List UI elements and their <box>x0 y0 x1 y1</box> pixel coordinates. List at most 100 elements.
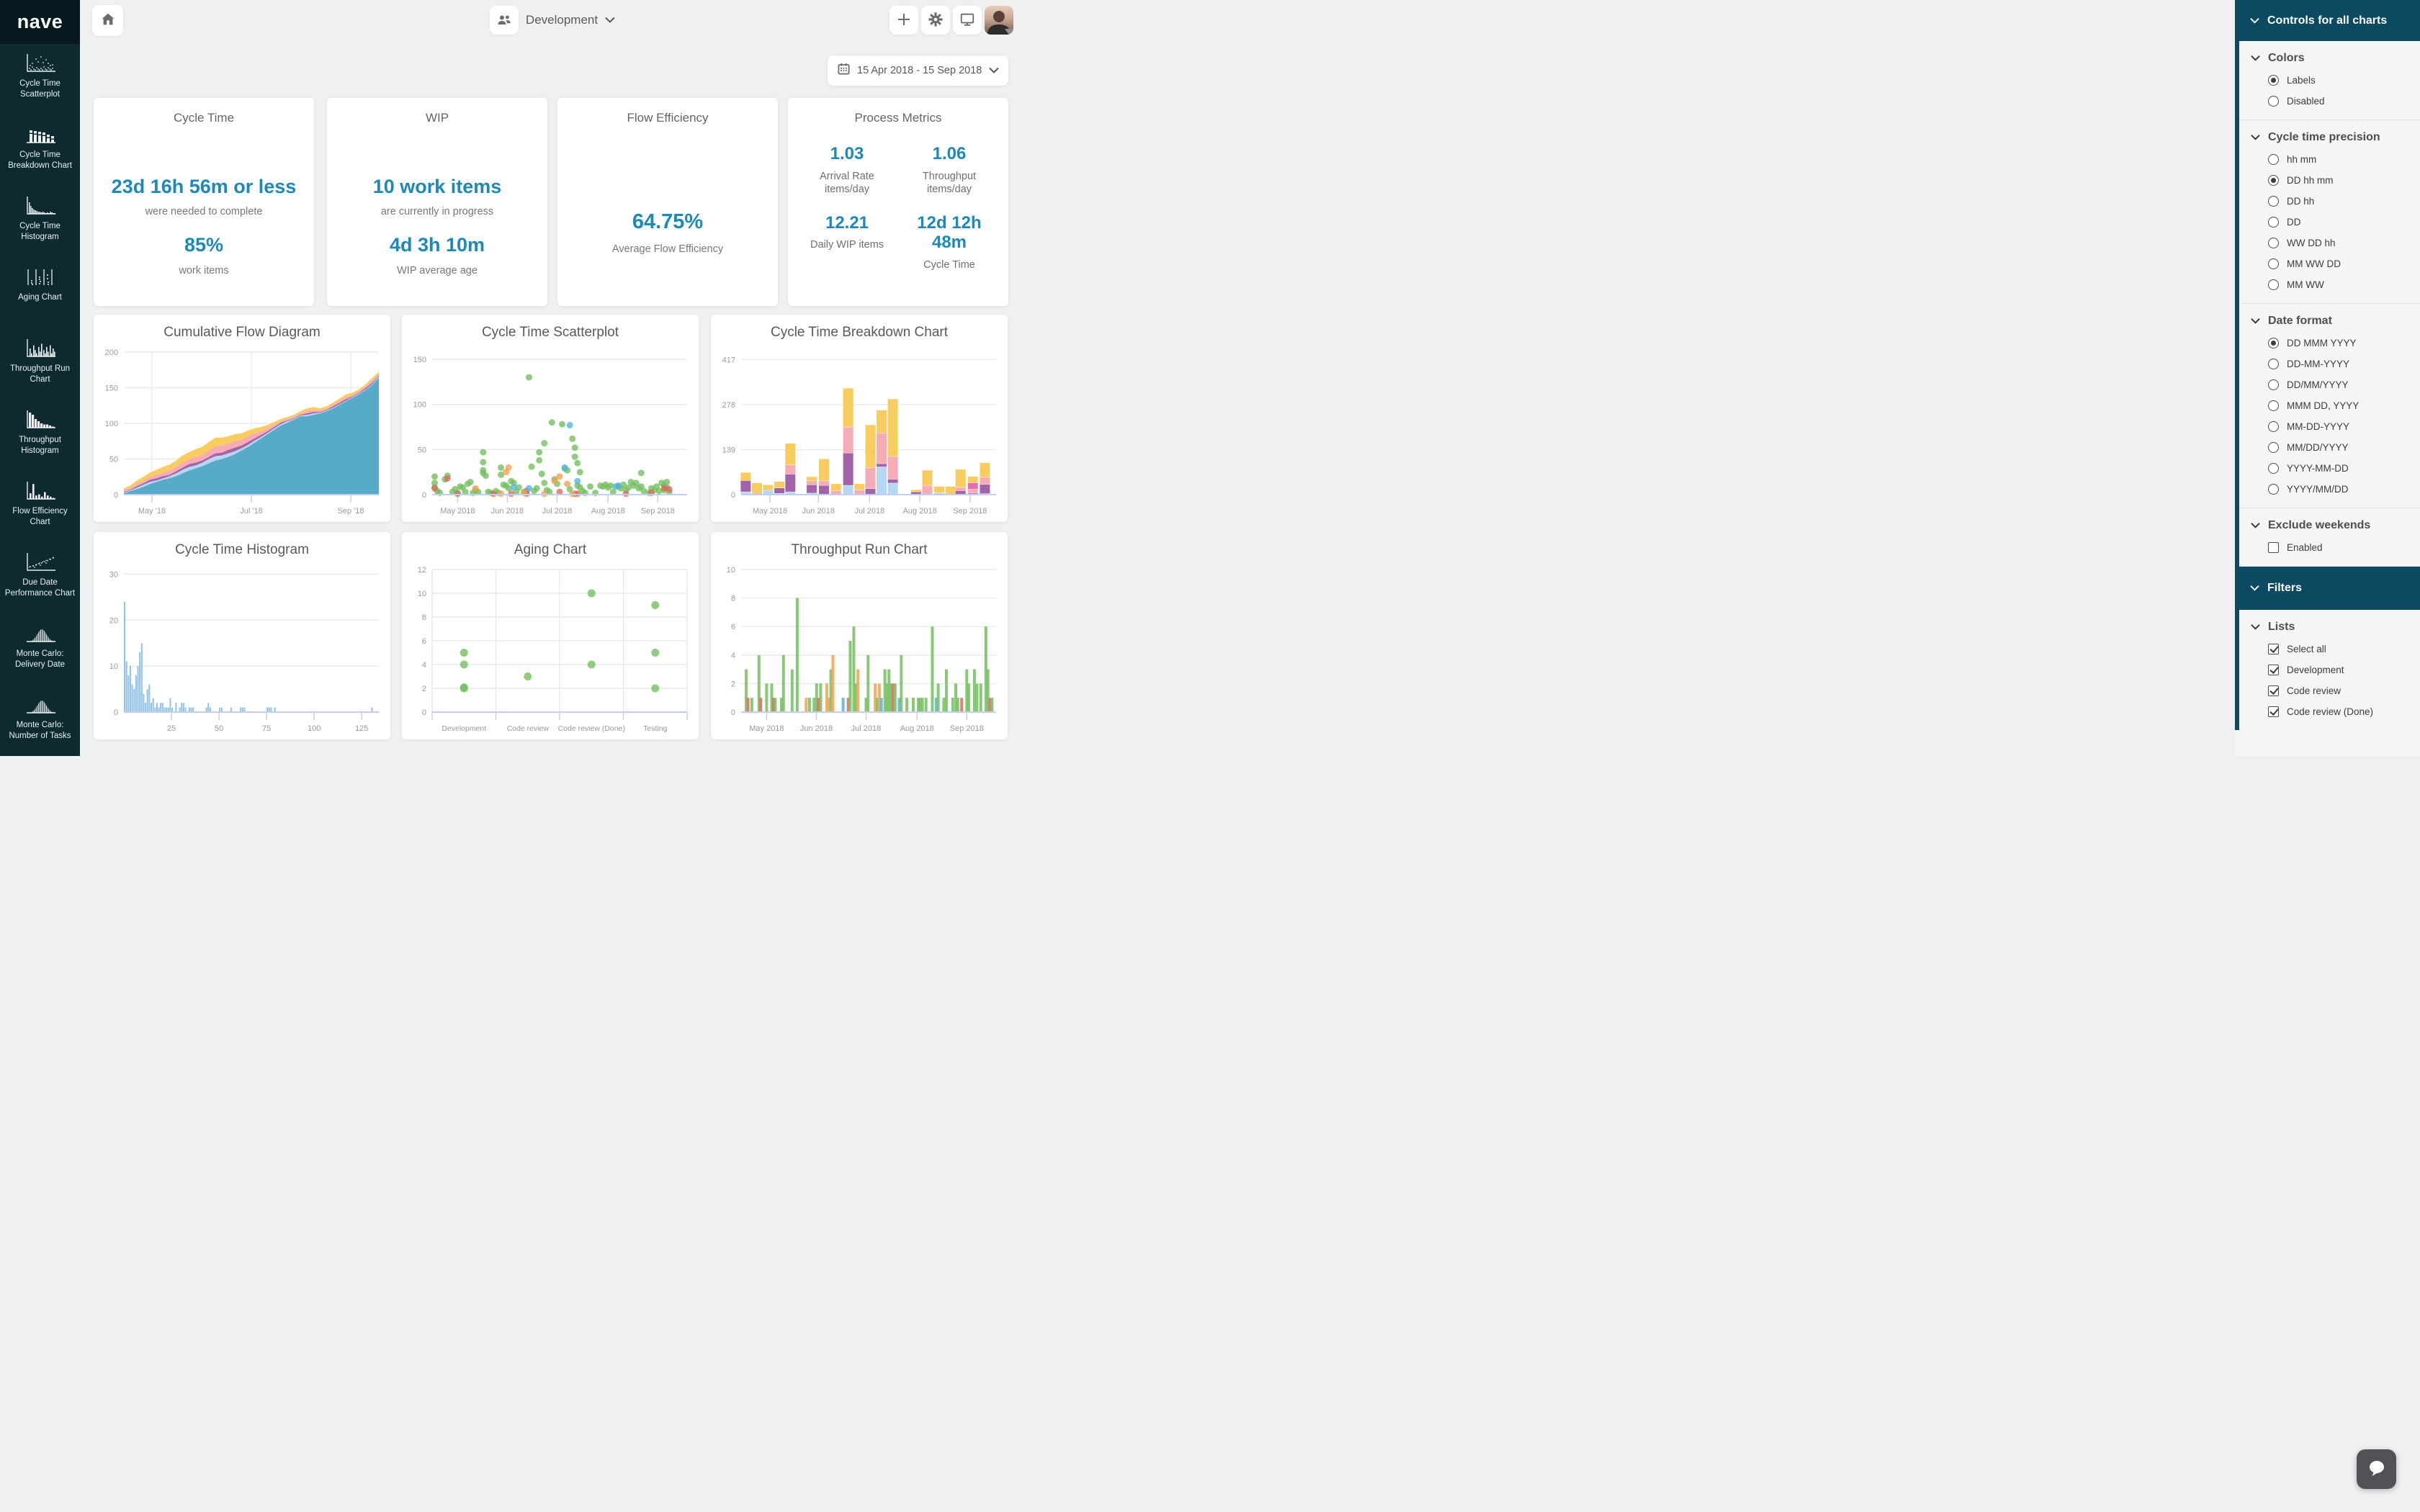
option-mm-ww-dd[interactable]: MM WW DD <box>2239 258 2420 269</box>
metric-label: Arrival Rate items/day <box>804 170 890 196</box>
option-dd-mm-yyyy[interactable]: DD/MM/YYYY <box>2239 379 2420 390</box>
option-disabled[interactable]: Disabled <box>2239 96 2420 107</box>
option-label: MM-DD-YYYY <box>2287 421 2349 432</box>
histogram-icon <box>24 195 57 217</box>
option-hh-mm[interactable]: hh mm <box>2239 154 2420 165</box>
date-range-picker[interactable]: 15 Apr 2018 - 15 Sep 2018 <box>828 55 1008 86</box>
option-mmm-dd-yyyy[interactable]: MMM DD, YYYY <box>2239 400 2420 411</box>
option-mm-ww[interactable]: MM WW <box>2239 279 2420 290</box>
option-enabled[interactable]: Enabled <box>2239 542 2420 553</box>
sidebar-item-throughput-histogram[interactable]: Throughput Histogram <box>0 400 80 472</box>
section-title-date-format[interactable]: Date format <box>2239 315 2420 328</box>
option-label: WW DD hh <box>2287 238 2336 248</box>
wip-age-value: 4d 3h 10m <box>390 234 485 256</box>
svg-text:Sep 2018: Sep 2018 <box>641 507 675 516</box>
option-code-review[interactable]: Code review <box>2239 685 2420 696</box>
option-label: Labels <box>2287 75 2316 86</box>
metric-value: 1.06 <box>933 144 967 164</box>
chat-button[interactable] <box>2357 1449 2396 1489</box>
section-header-filters[interactable]: Filters <box>2235 567 2420 610</box>
option-dd[interactable]: DD <box>2239 217 2420 228</box>
option-dd-hh-mm[interactable]: DD hh mm <box>2239 175 2420 186</box>
controls-panel-header[interactable]: Controls for all charts <box>2235 0 2420 41</box>
home-button[interactable] <box>92 5 123 36</box>
option-labels[interactable]: Labels <box>2239 75 2420 86</box>
runchart-icon <box>24 338 57 359</box>
svg-text:8: 8 <box>422 613 426 622</box>
display-button[interactable] <box>953 6 982 35</box>
section-title-colors[interactable]: Colors <box>2239 52 2420 65</box>
option-dd-mmm-yyyy[interactable]: DD MMM YYYY <box>2239 338 2420 348</box>
metric-value: 12d 12h 48m <box>903 213 995 253</box>
sidebar-item-cycle-time-histogram[interactable]: Cycle Time Histogram <box>0 186 80 258</box>
option-yyyy-mm-dd[interactable]: YYYY-MM-DD <box>2239 463 2420 474</box>
sidebar-item-monte-carlo-number-of-tasks[interactable]: Monte Carlo: Number of Tasks <box>0 685 80 757</box>
sidebar-item-monte-carlo-delivery-date[interactable]: Monte Carlo: Delivery Date <box>0 614 80 685</box>
sidebar-item-throughput-run-chart[interactable]: Throughput Run Chart <box>0 329 80 400</box>
section-title-exclude-weekends[interactable]: Exclude weekends <box>2239 519 2420 532</box>
svg-text:0: 0 <box>422 708 426 717</box>
svg-text:100: 100 <box>308 724 321 733</box>
sidebar-item-due-date-performance-chart[interactable]: Due Date Performance Chart <box>0 543 80 614</box>
gear-icon <box>928 12 944 30</box>
section-title-cycle-time-precision[interactable]: Cycle time precision <box>2239 131 2420 144</box>
section-exclude-weekends: Exclude weekends Enabled <box>2239 508 2420 567</box>
add-button[interactable] <box>889 6 918 35</box>
svg-text:Testing: Testing <box>643 724 667 733</box>
process-metrics-grid: 1.03Arrival Rate items/day1.06Throughput… <box>801 144 995 271</box>
svg-text:Aging Chart: Aging Chart <box>514 542 587 557</box>
card-title: Flow Efficiency <box>627 111 708 125</box>
option-dd-mm-yyyy[interactable]: DD-MM-YYYY <box>2239 359 2420 369</box>
board-switcher[interactable]: Development <box>490 6 615 35</box>
section-title: Filters <box>2267 582 2302 595</box>
breakdown-icon <box>24 124 57 145</box>
card-title: WIP <box>426 111 449 125</box>
section-title-lists[interactable]: Lists <box>2239 621 2420 634</box>
sidebar-item-label: Flow Efficiency Chart <box>0 506 80 528</box>
svg-text:Throughput Run Chart: Throughput Run Chart <box>791 542 928 557</box>
floweff-icon <box>24 480 57 502</box>
svg-text:200: 200 <box>105 348 118 357</box>
sidebar-item-aging-chart[interactable]: Aging Chart <box>0 258 80 329</box>
option-label: hh mm <box>2287 154 2316 165</box>
metric-label: Throughput items/day <box>906 170 992 196</box>
main-area: Development <box>80 0 1025 756</box>
svg-text:Sep 2018: Sep 2018 <box>953 507 987 516</box>
option-label: DD MMM YYYY <box>2287 338 2357 348</box>
svg-text:May 2018: May 2018 <box>749 724 784 733</box>
chevron-down-icon <box>2251 131 2260 144</box>
svg-text:30: 30 <box>109 570 118 579</box>
option-ww-dd-hh[interactable]: WW DD hh <box>2239 238 2420 248</box>
sidebar: nave Cycle Time ScatterplotCycle Time Br… <box>0 0 80 756</box>
radio-mm-ww-dd <box>2268 258 2279 269</box>
option-mm-dd-yyyy[interactable]: MM-DD-YYYY <box>2239 421 2420 432</box>
svg-text:100: 100 <box>413 401 426 410</box>
option-development[interactable]: Development <box>2239 665 2420 675</box>
svg-text:May '18: May '18 <box>138 507 166 516</box>
option-dd-hh[interactable]: DD hh <box>2239 196 2420 207</box>
option-code-review-done-[interactable]: Code review (Done) <box>2239 706 2420 717</box>
flow-efficiency-card: Flow Efficiency 64.75% Average Flow Effi… <box>557 98 778 306</box>
scatterplot-icon <box>24 53 57 74</box>
sidebar-item-label: Aging Chart <box>14 292 66 303</box>
controls-panel: Controls for all charts Colors Labels Disa… <box>2235 0 2420 756</box>
option-yyyy-mm-dd[interactable]: YYYY/MM/DD <box>2239 484 2420 495</box>
svg-text:Cumulative Flow Diagram: Cumulative Flow Diagram <box>163 325 321 340</box>
sidebar-item-flow-efficiency-chart[interactable]: Flow Efficiency Chart <box>0 472 80 543</box>
option-label: DD hh mm <box>2287 175 2334 186</box>
radio-yyyy-mm-dd <box>2268 463 2279 474</box>
option-select-all[interactable]: Select all <box>2239 644 2420 654</box>
option-mm-dd-yyyy[interactable]: MM/DD/YYYY <box>2239 442 2420 453</box>
sidebar-item-cycle-time-breakdown-chart[interactable]: Cycle Time Breakdown Chart <box>0 115 80 186</box>
sidebar-item-cycle-time-scatterplot[interactable]: Cycle Time Scatterplot <box>0 44 80 115</box>
user-avatar[interactable] <box>985 6 1013 35</box>
app-logo: nave <box>0 0 80 44</box>
svg-text:20: 20 <box>109 616 118 625</box>
home-icon <box>100 12 116 30</box>
settings-button[interactable] <box>921 6 950 35</box>
option-label: Development <box>2287 665 2344 675</box>
svg-text:Jul '18: Jul '18 <box>240 507 262 516</box>
svg-text:Aug 2018: Aug 2018 <box>900 724 934 733</box>
date-range-value: 15 Apr 2018 - 15 Sep 2018 <box>857 65 982 76</box>
checkbox-enabled <box>2268 542 2279 553</box>
